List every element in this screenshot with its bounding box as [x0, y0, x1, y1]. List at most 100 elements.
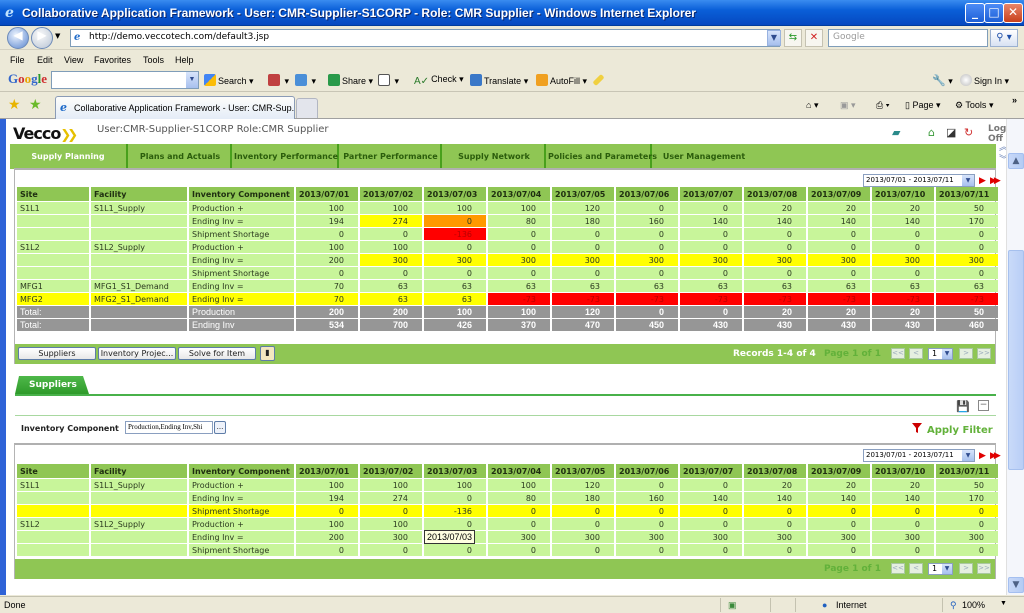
cell-value[interactable]: -73	[872, 293, 934, 305]
share-button[interactable]: Share ▾	[328, 74, 373, 87]
cell-value[interactable]: 274	[360, 492, 422, 504]
cell-value[interactable]: -73	[744, 293, 806, 305]
export-icon[interactable]: ◪	[946, 127, 958, 139]
cell-value[interactable]: 100	[360, 518, 422, 530]
cell-value[interactable]: 300	[488, 531, 550, 543]
tools-menu-button[interactable]: ⚙ Tools ▾	[955, 100, 993, 111]
nav-partner-performance[interactable]: Partner Performance	[341, 144, 442, 169]
cell-value[interactable]: -73	[808, 293, 870, 305]
plus-button[interactable]: ▾	[295, 74, 316, 87]
cell-value[interactable]: 63	[360, 293, 422, 305]
first-page-button[interactable]: <<	[891, 348, 905, 359]
next-page-button[interactable]: >	[959, 348, 973, 359]
cell-value[interactable]: 0	[552, 228, 614, 240]
date-range-select[interactable]: 2013/07/01 - 2013/07/11 ▼	[863, 449, 975, 462]
cell-value[interactable]: 160	[616, 492, 678, 504]
column-header[interactable]: 2013/07/06	[616, 187, 678, 201]
google-search-dropdown-icon[interactable]: ▼	[186, 72, 198, 88]
menu-help[interactable]: Help	[175, 55, 194, 65]
stop-icon[interactable]: ✕	[805, 29, 823, 47]
highlight-button[interactable]	[592, 73, 605, 87]
next-page-button[interactable]: >	[959, 563, 973, 574]
cell-value[interactable]: 140	[744, 215, 806, 227]
cell-value[interactable]: 0	[360, 228, 422, 240]
cell-value[interactable]: 300	[744, 254, 806, 266]
cell-value[interactable]: -136	[424, 505, 486, 517]
cell-value[interactable]: 0	[680, 518, 742, 530]
browser-tab-active[interactable]: e Collaborative Application Framework - …	[55, 96, 295, 119]
expand-down-icon[interactable]: ︾	[998, 156, 1006, 168]
cell-value[interactable]: 0	[552, 267, 614, 279]
cell-value[interactable]: 63	[424, 280, 486, 292]
column-header[interactable]: 2013/07/05	[552, 187, 614, 201]
nav-inventory-performance[interactable]: Inventory Performance	[234, 144, 339, 169]
cell-value[interactable]: 0	[872, 241, 934, 253]
cell-value[interactable]: 300	[808, 254, 870, 266]
cell-value[interactable]: 100	[360, 202, 422, 214]
column-header[interactable]: 2013/07/09	[808, 187, 870, 201]
cell-value[interactable]: 100	[360, 241, 422, 253]
cell-value[interactable]: -73	[552, 293, 614, 305]
column-header[interactable]: 2013/07/10	[872, 187, 934, 201]
cell-value[interactable]: 0	[680, 267, 742, 279]
suppliers-button[interactable]: Suppliers	[18, 347, 96, 360]
column-header[interactable]: 2013/07/02	[360, 464, 422, 478]
column-header[interactable]: 2013/07/09	[808, 464, 870, 478]
cell-value[interactable]: 63	[424, 293, 486, 305]
translate-button[interactable]: Translate ▾	[470, 74, 528, 87]
cell-value[interactable]: 0	[872, 228, 934, 240]
cell-value[interactable]: 300	[424, 254, 486, 266]
cell-value[interactable]: 300	[808, 531, 870, 543]
last-page-button[interactable]: >>	[977, 348, 991, 359]
column-header[interactable]: Inventory Component	[189, 187, 294, 201]
cell-value[interactable]: 300	[872, 531, 934, 543]
cell-value[interactable]: 0	[936, 518, 998, 530]
cell-value[interactable]: 0	[680, 505, 742, 517]
maximize-button[interactable]: □	[984, 3, 1004, 23]
inventory-component-picker-button[interactable]: ...	[214, 421, 226, 434]
history-dropdown-icon[interactable]: ▼	[55, 32, 60, 40]
column-header[interactable]: 2013/07/01	[296, 464, 358, 478]
cell-value[interactable]: 0	[680, 479, 742, 491]
column-header[interactable]: Site	[17, 187, 89, 201]
save-export-icon[interactable]: 💾	[956, 400, 970, 413]
cell-value[interactable]: 50	[936, 202, 998, 214]
cell-value[interactable]: 300	[360, 531, 422, 543]
cell-value[interactable]: 0	[680, 202, 742, 214]
cell-value[interactable]: -73	[488, 293, 550, 305]
apply-filter-button[interactable]: Apply Filter	[927, 425, 993, 436]
cell-value[interactable]: 0	[360, 544, 422, 556]
cell-value[interactable]: 300	[744, 531, 806, 543]
scroll-up-button[interactable]: ▲	[1008, 153, 1024, 169]
column-header[interactable]: Inventory Component	[189, 464, 294, 478]
cell-value[interactable]: 0	[936, 267, 998, 279]
cell-value[interactable]: 200	[296, 254, 358, 266]
cell-value[interactable]: -73	[616, 293, 678, 305]
cell-value[interactable]: 20	[872, 479, 934, 491]
cell-value[interactable]: 0	[424, 492, 486, 504]
cell-value[interactable]: 63	[360, 280, 422, 292]
minimize-button[interactable]: _	[965, 3, 985, 23]
cell-value[interactable]: 20	[808, 202, 870, 214]
cell-value[interactable]: 100	[488, 479, 550, 491]
print-button[interactable]: ⎙ ▾	[876, 100, 889, 111]
cell-value[interactable]: 300	[360, 254, 422, 266]
cell-value[interactable]: 0	[744, 241, 806, 253]
cell-value[interactable]: 0	[744, 518, 806, 530]
cell-value[interactable]: 63	[808, 280, 870, 292]
new-tab-button[interactable]	[296, 98, 318, 118]
cell-value[interactable]: 0	[552, 544, 614, 556]
column-header[interactable]: 2013/07/02	[360, 187, 422, 201]
cell-value[interactable]: 63	[744, 280, 806, 292]
bookmark-button[interactable]: ▾	[268, 74, 289, 87]
cell-value[interactable]: 20	[744, 479, 806, 491]
cell-value[interactable]: 0	[744, 505, 806, 517]
cell-value[interactable]: 0	[744, 267, 806, 279]
cell-value[interactable]: 274	[360, 215, 422, 227]
next-period-icon[interactable]: ▶	[979, 451, 986, 461]
log-off-link[interactable]: Log Off	[988, 124, 1006, 144]
cell-value[interactable]: 0	[552, 505, 614, 517]
cell-value[interactable]: 170	[936, 215, 998, 227]
cell-value[interactable]: 0	[488, 505, 550, 517]
cell-value[interactable]: 100	[296, 518, 358, 530]
